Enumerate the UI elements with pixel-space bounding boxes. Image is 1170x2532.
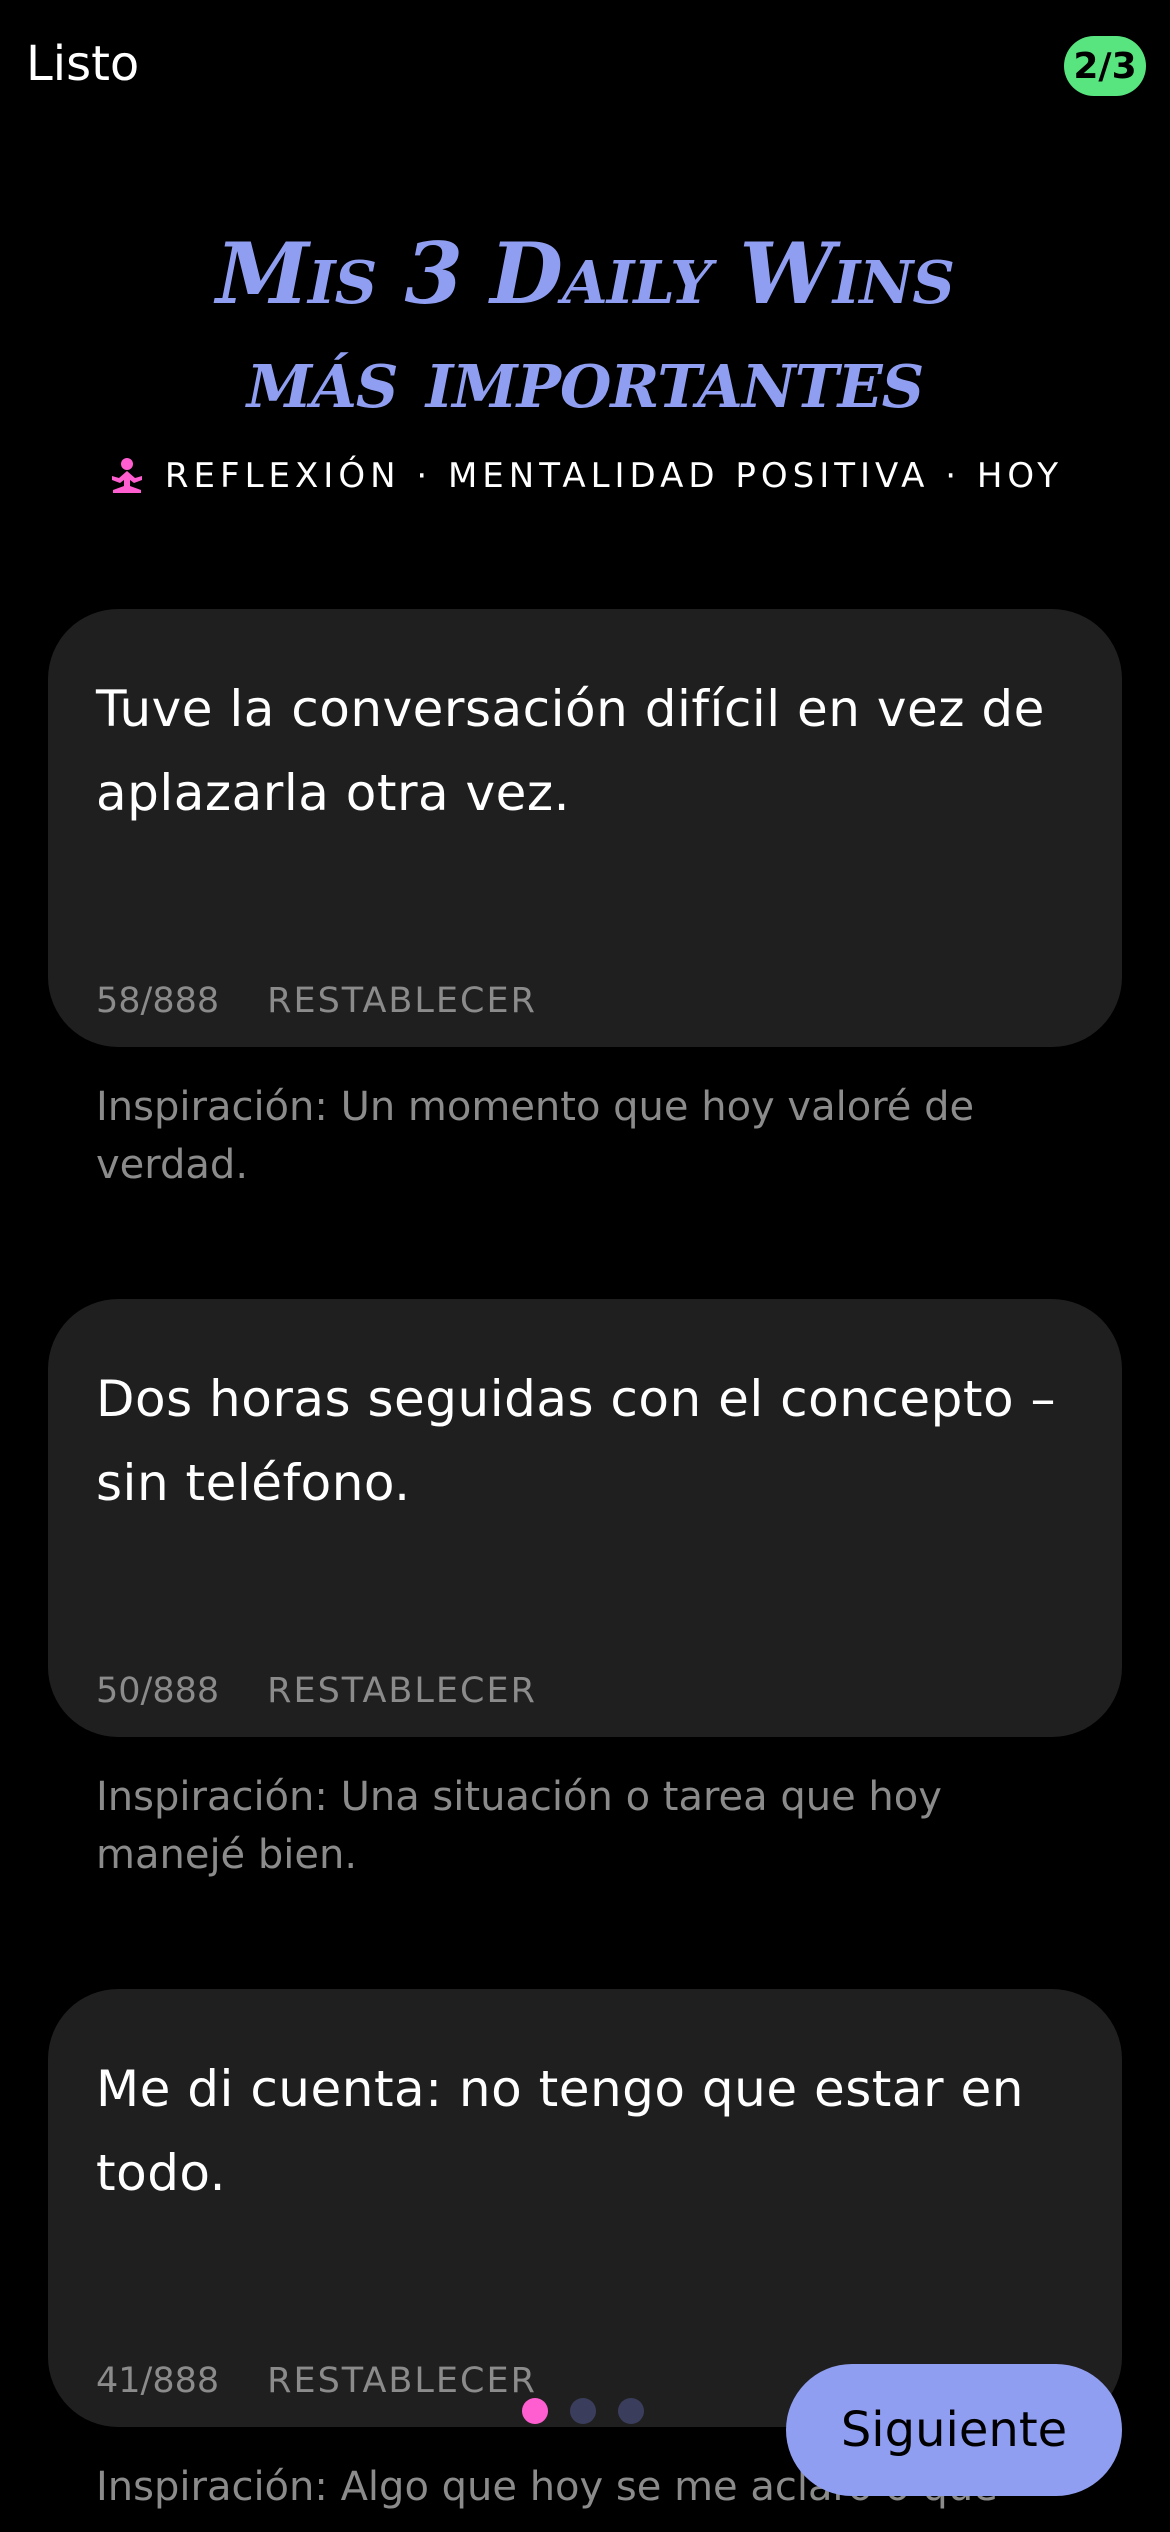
char-counter-2: 50/888 [96, 1671, 220, 1711]
win-card-3[interactable]: Me di cuenta: no tengo que estar en todo… [48, 1989, 1122, 2427]
char-counter-1: 58/888 [96, 981, 220, 1021]
subtitle: REFLEXIÓN · MENTALIDAD POSITIVA · HOY [0, 456, 1170, 496]
meditation-icon [107, 456, 147, 496]
done-button[interactable]: Listo [26, 36, 139, 92]
page-title: Mis 3 Daily Wins más importantes [0, 222, 1170, 430]
card-footer-1: 58/888 RESTABLECER [96, 981, 537, 1021]
page-dot-3[interactable] [618, 2398, 644, 2424]
page-indicator [522, 2398, 644, 2424]
win-text-3[interactable]: Me di cuenta: no tengo que estar en todo… [96, 2047, 1074, 2215]
page-title-line-2: más importantes [246, 328, 924, 427]
reset-button-2[interactable]: RESTABLECER [267, 1671, 537, 1711]
reset-button-3[interactable]: RESTABLECER [267, 2361, 537, 2401]
next-button[interactable]: Siguiente [786, 2364, 1122, 2496]
win-text-2[interactable]: Dos horas seguidas con el concepto – sin… [96, 1357, 1074, 1525]
page-title-line-1: Mis 3 Daily Wins [216, 224, 955, 323]
win-card-2[interactable]: Dos horas seguidas con el concepto – sin… [48, 1299, 1122, 1737]
inspiration-hint-2: Inspiración: Una situación o tarea que h… [96, 1774, 942, 1878]
reset-button-1[interactable]: RESTABLECER [267, 981, 537, 1021]
subtitle-text: REFLEXIÓN · MENTALIDAD POSITIVA · HOY [164, 456, 1064, 496]
step-badge: 2/3 [1064, 36, 1146, 96]
win-card-1[interactable]: Tuve la conversación difícil en vez de a… [48, 609, 1122, 1047]
win-text-1[interactable]: Tuve la conversación difícil en vez de a… [96, 667, 1074, 835]
card-footer-3: 41/888 RESTABLECER [96, 2361, 537, 2401]
top-bar: Listo 2/3 [0, 0, 1170, 140]
page-dot-2[interactable] [570, 2398, 596, 2424]
char-counter-3: 41/888 [96, 2361, 220, 2401]
card-footer-2: 50/888 RESTABLECER [96, 1671, 537, 1711]
inspiration-hint-1: Inspiración: Un momento que hoy valoré d… [96, 1084, 975, 1188]
page-dot-1[interactable] [522, 2398, 548, 2424]
